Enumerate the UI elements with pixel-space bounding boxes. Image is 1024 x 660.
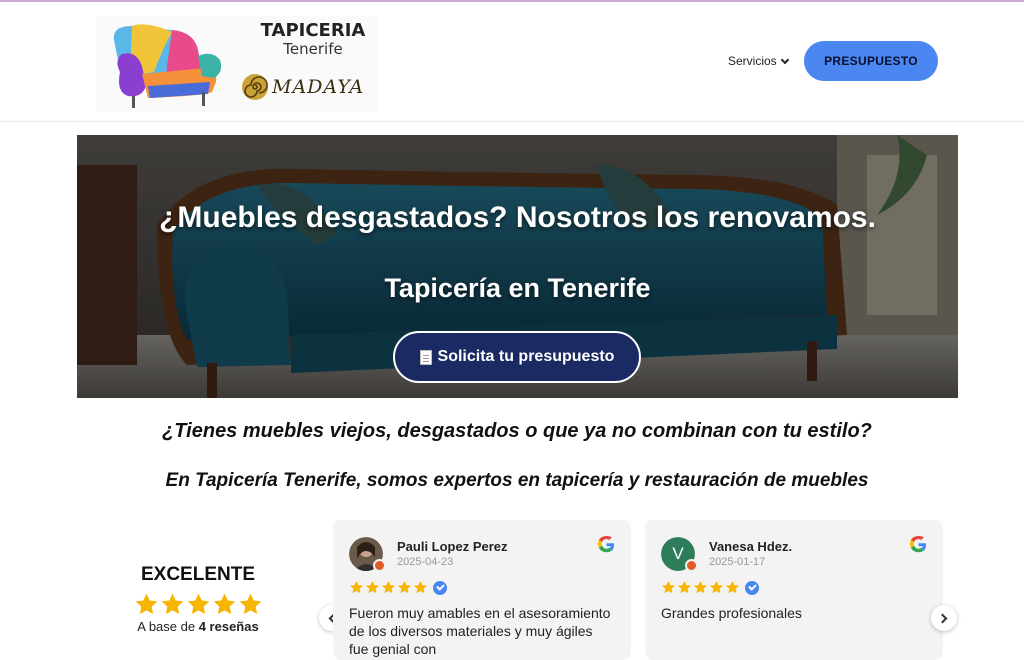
review-date: 2025-01-17 (709, 556, 766, 568)
review-stars (349, 580, 447, 595)
google-icon (598, 536, 614, 553)
star-icon (213, 593, 235, 614)
star-icon (678, 580, 691, 594)
google-icon (910, 536, 926, 553)
star-icon (135, 593, 157, 614)
madaya-spiral-icon (242, 74, 268, 100)
review-text: Fueron muy amables en el asesoramiento d… (349, 605, 611, 657)
review-card: V Vanesa Hdez. 2025-01-17 Grandes profes… (645, 520, 943, 660)
star-icon (662, 580, 675, 594)
star-icon (726, 580, 739, 594)
presupuesto-button[interactable]: PRESUPUESTO (804, 41, 938, 81)
chevron-down-icon (780, 55, 789, 64)
intro-question: ¿Tienes muebles viejos, desgastados o qu… (162, 420, 872, 442)
reviewer-name: Vanesa Hdez. (709, 539, 793, 554)
intro-statement: En Tapicería Tenerife, somos expertos en… (165, 470, 869, 491)
reviewer-badge-icon (685, 559, 698, 572)
star-icon (694, 580, 707, 594)
review-date: 2025-04-23 (397, 556, 454, 568)
chevron-right-icon (937, 613, 948, 623)
request-quote-button[interactable]: Solicita tu presupuesto (393, 331, 641, 383)
star-icon (414, 580, 427, 594)
verified-icon (745, 580, 759, 595)
star-icon (187, 593, 209, 614)
review-stars (661, 580, 759, 595)
review-card: Pauli Lopez Perez 2025-04-23 Fueron muy … (333, 520, 631, 660)
nav-services-label: Servicios (728, 54, 777, 68)
based-on-count: A base de 4 reseñas (120, 619, 276, 634)
reviewer-badge-icon (373, 559, 386, 572)
reviewer-name: Pauli Lopez Perez (397, 539, 508, 554)
rating-word: EXCELENTE (140, 564, 256, 585)
request-quote-label: Solicita tu presupuesto (437, 348, 615, 365)
based-prefix: A base de (137, 619, 196, 634)
nav-services-menu[interactable]: Servicios (728, 54, 789, 68)
star-icon (239, 593, 261, 614)
star-icon (366, 580, 379, 594)
star-icon (710, 580, 723, 594)
star-icon (161, 593, 183, 614)
star-icon (382, 580, 395, 594)
summary-stars (120, 592, 276, 617)
review-count: 4 reseñas (198, 619, 259, 634)
site-header: TAPICERIA Tenerife MADAYA Servicios PRES… (0, 2, 1024, 122)
logo-title: TAPICERIA (260, 20, 366, 41)
sofa-logo-icon (113, 24, 222, 108)
reviews-summary: EXCELENTE A base de 4 reseñas (120, 564, 276, 634)
star-icon (398, 580, 411, 594)
hero-subtitle: Tapicería en Tenerife (384, 273, 651, 303)
star-icon (350, 580, 363, 594)
hero-title: ¿Muebles desgastados? Nosotros los renov… (159, 201, 876, 234)
logo-subtitle: Tenerife (283, 40, 343, 58)
madaya-wordmark: MADAYA (272, 76, 365, 98)
carousel-next-button[interactable] (931, 605, 957, 631)
hero-banner: ¿Muebles desgastados? Nosotros los renov… (77, 135, 958, 398)
document-icon (419, 349, 432, 365)
verified-icon (433, 580, 447, 595)
site-logo[interactable]: TAPICERIA Tenerife MADAYA (96, 16, 378, 112)
review-text: Grandes profesionales (661, 605, 802, 621)
